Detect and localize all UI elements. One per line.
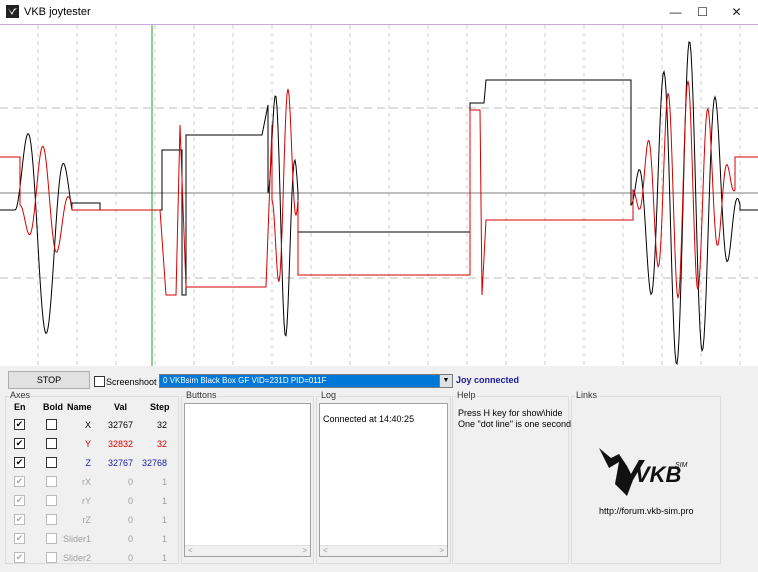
app-logo-icon (6, 5, 19, 18)
buttons-scrollbar[interactable]: < > (185, 545, 310, 556)
axis-name: Y (84, 439, 91, 449)
axis-step: 1 (161, 477, 167, 487)
axis-enable-checkbox[interactable]: ✔ (14, 457, 25, 468)
axis-enable-checkbox[interactable]: ✔ (14, 495, 25, 506)
col-header-bold: Bold (43, 402, 63, 412)
axis-enable-checkbox[interactable]: ✔ (14, 419, 25, 430)
axes-group-title: Axes (9, 390, 32, 400)
axis-value: 0 (127, 477, 133, 487)
screenshoot-checkbox[interactable] (94, 376, 105, 387)
maximize-button[interactable]: ☐ (686, 0, 719, 24)
axis-enable-checkbox[interactable]: ✔ (14, 476, 25, 487)
log-entry: Connected at 14:40:25 (323, 414, 415, 424)
help-line-2: One "dot line" is one second (458, 419, 571, 429)
stop-button[interactable]: STOP (8, 371, 90, 389)
buttons-group-title: Buttons (185, 390, 218, 400)
axis-value: 32832 (107, 439, 133, 449)
axis-step: 32 (156, 420, 167, 430)
scroll-right-icon[interactable]: > (439, 546, 444, 555)
axis-step: 1 (161, 496, 167, 506)
time-gridlines (37, 25, 741, 366)
col-header-val: Val (114, 402, 128, 412)
col-header-step: Step (150, 402, 170, 412)
scroll-left-icon[interactable]: < (188, 546, 193, 555)
device-select[interactable]: 0 VKBsim Black Box GF VID=231D PID=011F … (159, 374, 453, 388)
log-scrollbar[interactable]: < > (320, 545, 447, 556)
screenshoot-label: Screenshoot (106, 377, 157, 387)
col-header-en: En (14, 402, 26, 412)
axis-enable-checkbox[interactable]: ✔ (14, 552, 25, 563)
axis-enable-checkbox[interactable]: ✔ (14, 533, 25, 544)
axis-value: 0 (127, 534, 133, 544)
forum-link[interactable]: http://forum.vkb-sim.pro (599, 506, 694, 516)
axis-value: 0 (127, 553, 133, 563)
axis-value: 32767 (107, 458, 133, 468)
title-bar: VKB joytester — ☐ ✕ (0, 0, 758, 25)
axis-step: 32768 (141, 458, 167, 468)
vkb-logo[interactable]: VKB SIM (597, 440, 697, 500)
axis-enable-checkbox[interactable]: ✔ (14, 514, 25, 525)
axis-value: 32767 (107, 420, 133, 430)
axis-name: Z (85, 458, 92, 468)
axis-value: 0 (127, 515, 133, 525)
device-select-value: 0 VKBsim Black Box GF VID=231D PID=011F (163, 376, 327, 385)
axis-step: 1 (161, 553, 167, 563)
axis-name: X (84, 420, 91, 430)
help-line-1: Press H key for show\hide (458, 408, 563, 418)
buttons-list[interactable]: < > (184, 403, 311, 557)
axis-step: 1 (161, 534, 167, 544)
window-title: VKB joytester (24, 6, 91, 18)
axis-name: Slider2 (62, 553, 91, 563)
close-button[interactable]: ✕ (720, 0, 753, 24)
logo-sup: SIM (675, 462, 688, 469)
axis-name: rY (82, 496, 91, 506)
connection-status: Joy connected (456, 375, 520, 385)
axis-value: 0 (127, 496, 133, 506)
log-group-title: Log (320, 390, 338, 400)
axis-name: rX (82, 477, 91, 487)
signal-plot (0, 25, 758, 367)
y-axis-trace (0, 80, 758, 299)
log-list[interactable]: Connected at 14:40:25 < > (319, 403, 448, 557)
scroll-right-icon[interactable]: > (302, 546, 307, 555)
axis-step: 1 (161, 515, 167, 525)
scroll-left-icon[interactable]: < (323, 546, 328, 555)
axis-name: rZ (82, 515, 92, 525)
axis-name: Slider1 (62, 534, 91, 544)
col-header-name: Name (67, 402, 92, 412)
dropdown-arrow-icon[interactable]: ▼ (439, 375, 452, 387)
links-group-title: Links (575, 390, 599, 400)
axis-step: 32 (156, 439, 167, 449)
help-group-title: Help (456, 390, 477, 400)
axis-enable-checkbox[interactable]: ✔ (14, 438, 25, 449)
x-axis-trace (0, 41, 758, 366)
